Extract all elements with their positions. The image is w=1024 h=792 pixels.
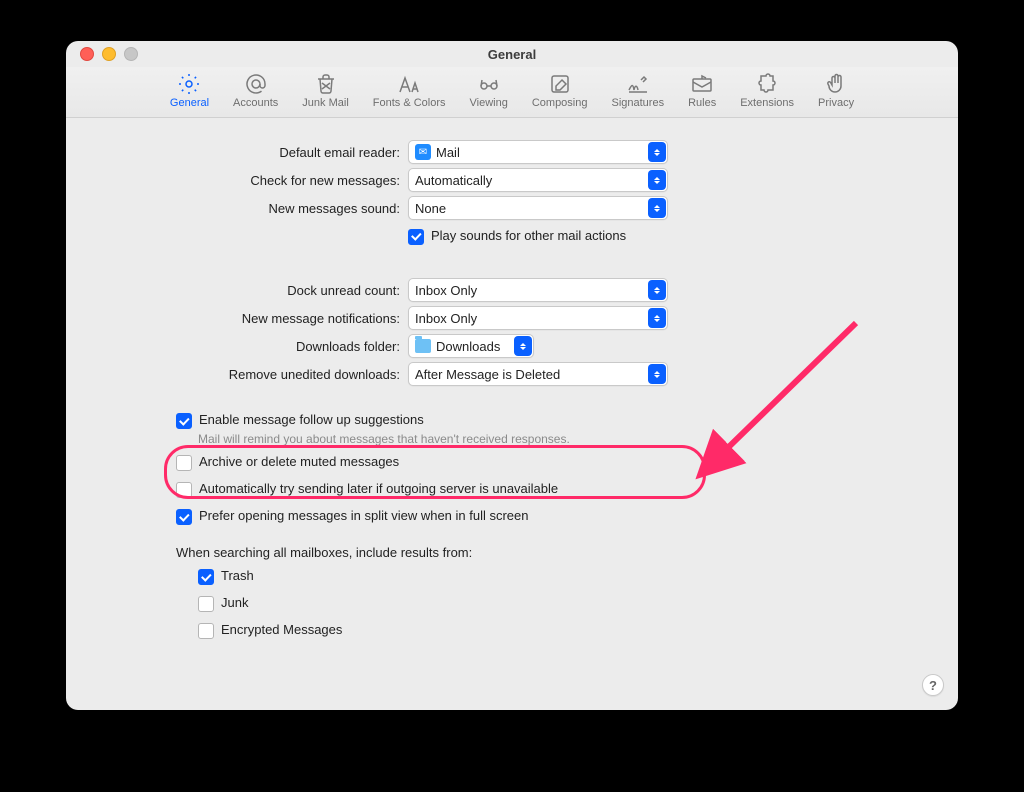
- select-downloads[interactable]: Downloads: [408, 334, 534, 358]
- tab-label: Privacy: [818, 97, 854, 109]
- settings-window: General General Accounts Junk Mail: [66, 41, 958, 710]
- tab-label: Composing: [532, 97, 588, 109]
- select-dock-count[interactable]: Inbox Only: [408, 278, 668, 302]
- tab-junk-mail[interactable]: Junk Mail: [290, 69, 360, 111]
- tab-label: General: [170, 97, 209, 109]
- tab-accounts[interactable]: Accounts: [221, 69, 290, 111]
- checkbox-label: Archive or delete muted messages: [199, 454, 399, 469]
- window-title: General: [66, 47, 958, 62]
- settings-toolbar: General Accounts Junk Mail Fonts & Color…: [66, 67, 958, 118]
- tab-extensions[interactable]: Extensions: [728, 69, 806, 111]
- checkbox-icon: [198, 623, 214, 639]
- followup-hint: Mail will remind you about messages that…: [176, 432, 958, 446]
- tab-signatures[interactable]: Signatures: [599, 69, 676, 111]
- tab-rules[interactable]: Rules: [676, 69, 728, 111]
- tab-viewing[interactable]: Viewing: [458, 69, 520, 111]
- compose-icon: [548, 71, 572, 97]
- checkbox-label: Trash: [221, 568, 254, 583]
- mail-app-icon: ✉︎: [415, 144, 431, 160]
- label-notifications: New message notifications:: [66, 311, 408, 326]
- label-sound: New messages sound:: [66, 201, 408, 216]
- tab-label: Extensions: [740, 97, 794, 109]
- tab-privacy[interactable]: Privacy: [806, 69, 866, 111]
- checkbox-label: Enable message follow up suggestions: [199, 412, 424, 427]
- select-value: None: [415, 201, 648, 216]
- select-value: Downloads: [436, 339, 514, 354]
- checkbox-icon: [198, 596, 214, 612]
- tab-label: Junk Mail: [302, 97, 348, 109]
- checkbox-label: Automatically try sending later if outgo…: [199, 481, 558, 496]
- chevron-updown-icon: [648, 308, 666, 328]
- tab-label: Accounts: [233, 97, 278, 109]
- label-downloads: Downloads folder:: [66, 339, 408, 354]
- tab-label: Rules: [688, 97, 716, 109]
- checkbox-icon: [176, 455, 192, 471]
- label-remove-downloads: Remove unedited downloads:: [66, 367, 408, 382]
- checkbox-icon: [198, 569, 214, 585]
- checkbox-auto-send-later[interactable]: Automatically try sending later if outgo…: [176, 481, 958, 498]
- select-default-reader[interactable]: ✉︎ Mail: [408, 140, 668, 164]
- select-value: After Message is Deleted: [415, 367, 648, 382]
- checkbox-icon: [176, 509, 192, 525]
- checkbox-archive-muted[interactable]: Archive or delete muted messages: [176, 454, 958, 471]
- help-button[interactable]: ?: [922, 674, 944, 696]
- hand-icon: [824, 71, 848, 97]
- trash-icon: [314, 71, 338, 97]
- titlebar: General: [66, 41, 958, 67]
- glasses-icon: [477, 71, 501, 97]
- select-sound[interactable]: None: [408, 196, 668, 220]
- chevron-updown-icon: [648, 280, 666, 300]
- checkbox-label: Encrypted Messages: [221, 622, 342, 637]
- label-search-header: When searching all mailboxes, include re…: [66, 545, 958, 560]
- checkbox-icon: [176, 482, 192, 498]
- checkbox-trash[interactable]: Trash: [198, 568, 958, 585]
- chevron-updown-icon: [514, 336, 532, 356]
- select-value: Inbox Only: [415, 311, 648, 326]
- gear-icon: [177, 71, 201, 97]
- signature-icon: [626, 71, 650, 97]
- chevron-updown-icon: [648, 198, 666, 218]
- tab-label: Viewing: [470, 97, 508, 109]
- checkbox-icon: [176, 413, 192, 429]
- folder-icon: [415, 339, 431, 353]
- select-notifications[interactable]: Inbox Only: [408, 306, 668, 330]
- tab-general[interactable]: General: [158, 69, 221, 111]
- tab-label: Fonts & Colors: [373, 97, 446, 109]
- chevron-updown-icon: [648, 170, 666, 190]
- rules-icon: [690, 71, 714, 97]
- tab-composing[interactable]: Composing: [520, 69, 600, 111]
- select-value: Inbox Only: [415, 283, 648, 298]
- checkbox-play-sounds[interactable]: Play sounds for other mail actions: [408, 228, 626, 245]
- label-default-reader: Default email reader:: [66, 145, 408, 160]
- checkbox-icon: [408, 229, 424, 245]
- tab-label: Signatures: [611, 97, 664, 109]
- select-check-messages[interactable]: Automatically: [408, 168, 668, 192]
- chevron-updown-icon: [648, 142, 666, 162]
- at-sign-icon: [244, 71, 268, 97]
- fonts-icon: [397, 71, 421, 97]
- select-value: Automatically: [415, 173, 648, 188]
- checkbox-label: Prefer opening messages in split view wh…: [199, 508, 529, 523]
- label-dock-count: Dock unread count:: [66, 283, 408, 298]
- select-remove-downloads[interactable]: After Message is Deleted: [408, 362, 668, 386]
- checkbox-split-view[interactable]: Prefer opening messages in split view wh…: [176, 508, 958, 525]
- puzzle-icon: [755, 71, 779, 97]
- checkbox-followup[interactable]: Enable message follow up suggestions: [176, 412, 424, 429]
- tab-fonts-colors[interactable]: Fonts & Colors: [361, 69, 458, 111]
- chevron-updown-icon: [648, 364, 666, 384]
- settings-content: Default email reader: ✉︎ Mail Check for …: [66, 118, 958, 641]
- label-check-messages: Check for new messages:: [66, 173, 408, 188]
- checkbox-label: Play sounds for other mail actions: [431, 228, 626, 243]
- checkbox-label: Junk: [221, 595, 248, 610]
- select-value: Mail: [436, 145, 648, 160]
- checkbox-encrypted[interactable]: Encrypted Messages: [198, 622, 958, 639]
- checkbox-junk[interactable]: Junk: [198, 595, 958, 612]
